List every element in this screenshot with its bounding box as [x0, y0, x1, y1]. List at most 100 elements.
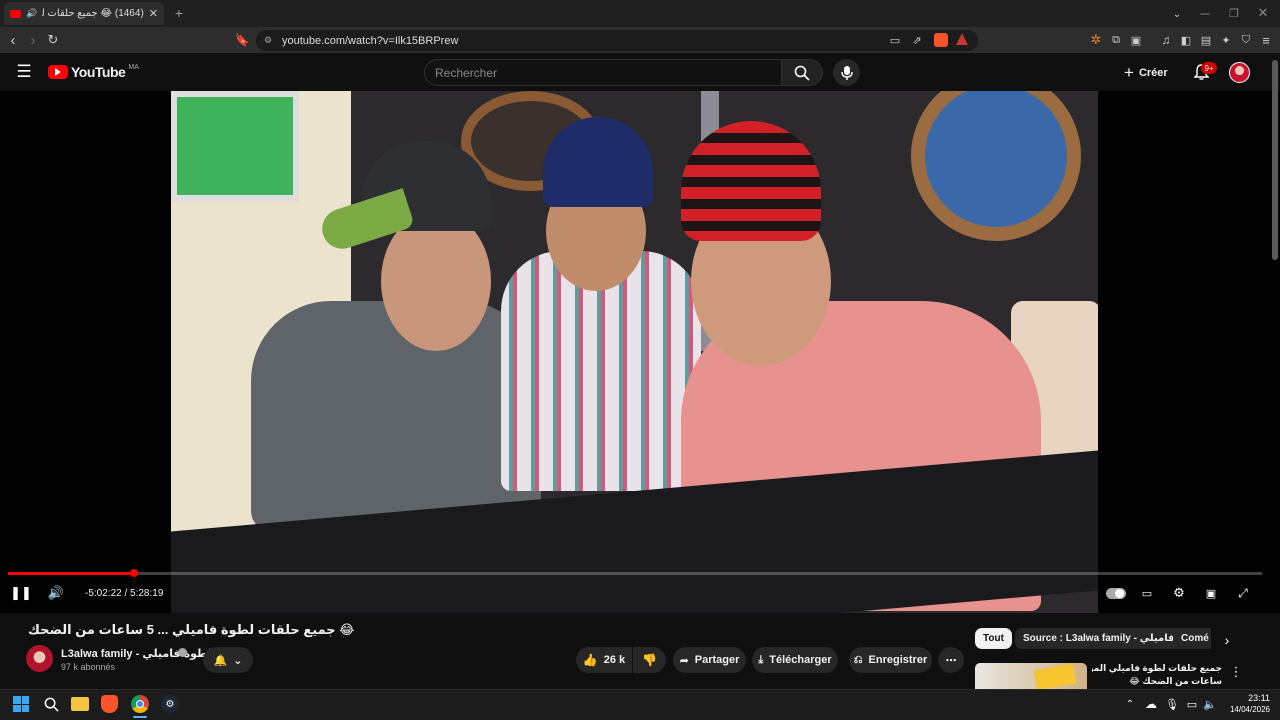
clock-date[interactable]: 14/04/2026 [1222, 705, 1270, 714]
more-horizontal-icon: ⋯ [945, 654, 957, 667]
cast-icon[interactable]: ▭ [887, 32, 903, 48]
channel-avatar[interactable] [26, 645, 53, 672]
close-window-button[interactable]: ✕ [1254, 4, 1272, 22]
restore-button[interactable]: ❐ [1225, 4, 1243, 22]
wallet-icon[interactable]: ▤ [1198, 32, 1214, 48]
chrome-icon[interactable] [131, 695, 149, 713]
chip-comedy[interactable]: Comé [1173, 628, 1211, 649]
share-label: Partager [694, 654, 740, 666]
file-explorer-icon[interactable] [71, 697, 89, 711]
channel-name[interactable]: L3alwa family - لطوة فاميلي [61, 647, 212, 660]
clock-time[interactable]: 23:11 [1236, 693, 1270, 703]
speaker-tray-icon[interactable]: 🔈 [1203, 697, 1217, 711]
new-tab-button[interactable]: + [170, 4, 188, 22]
leo-ai-icon[interactable]: ✦ [1218, 32, 1234, 48]
brave-shields-icon[interactable] [934, 33, 948, 47]
download-icon: ⤓ [758, 653, 764, 666]
tab-list-chevron-icon[interactable]: ⌄ [1168, 5, 1186, 23]
steam-icon[interactable]: ⚙ [161, 695, 179, 713]
browser-tab-strip [0, 0, 1280, 27]
browser-tab-active[interactable]: 🔊 (1464) 😂 جميع حلقات لطوة ... ✕ [4, 2, 164, 25]
microphone-tray-icon[interactable]: 🎙 [1165, 697, 1179, 711]
create-button[interactable]: + Créer [1124, 59, 1178, 86]
windows-taskbar [0, 689, 1280, 720]
search-input[interactable]: Rechercher [424, 59, 782, 86]
address-bar[interactable]: ⚙ youtube.com/watch?v=Ilk15BRPrew [256, 30, 978, 51]
youtube-logo[interactable]: YouTube MA [48, 64, 139, 80]
download-button[interactable]: ⤓ Télécharger [752, 647, 838, 673]
extensions-puzzle-icon[interactable]: ⧉ [1108, 32, 1124, 48]
hamburger-menu-icon[interactable]: ☰ [14, 62, 34, 82]
media-icon[interactable]: ♫ [1158, 32, 1174, 48]
brave-rewards-icon[interactable] [956, 33, 968, 45]
verified-check-icon [178, 648, 187, 657]
audio-playing-icon[interactable]: 🔊 [26, 8, 37, 19]
screenshot-icon[interactable]: ▣ [1128, 32, 1144, 48]
bookmark-icon[interactable]: 🔖 [234, 31, 250, 49]
vpn-shield-icon[interactable]: ⛉ [1238, 32, 1254, 48]
settings-gear-icon[interactable]: ⚙ [1171, 585, 1187, 601]
time-display: -5:02:22 / 5:28:19 [85, 588, 164, 599]
video-title: جميع حلقات لطوة فاميلي ... 5 ساعات من ال… [28, 622, 355, 637]
youtube-favicon-icon [10, 9, 21, 18]
avatar[interactable] [1229, 62, 1250, 83]
save-button[interactable]: ⎌ Enregistrer [849, 647, 932, 673]
miniplayer-icon[interactable]: ▣ [1203, 585, 1219, 601]
brave-browser-icon[interactable] [101, 695, 118, 713]
recommended-title-line2[interactable]: ساعات من الضحك 😂 [1092, 676, 1222, 687]
autoplay-toggle-knob [1115, 589, 1124, 598]
minimize-button[interactable]: ─ [1196, 4, 1214, 22]
volume-button[interactable]: 🔊 [47, 584, 65, 602]
back-icon[interactable]: ‹ [5, 31, 21, 49]
page-scrollbar[interactable] [1272, 60, 1278, 260]
network-icon[interactable]: ▭ [1185, 697, 1199, 711]
windows-start-icon[interactable] [13, 696, 29, 712]
chips-next-chevron-icon[interactable]: › [1219, 632, 1235, 648]
region-code: MA [128, 63, 139, 71]
search-icon [794, 65, 810, 81]
like-button[interactable]: 👍 26 k [576, 647, 632, 673]
bell-icon: 🔔 [213, 654, 228, 667]
youtube-logo-text: YouTube [71, 64, 126, 80]
reload-icon[interactable]: ↻ [45, 31, 61, 49]
thumbs-down-icon: 👎 [642, 653, 657, 667]
progress-bar[interactable] [8, 572, 1262, 575]
onedrive-icon[interactable]: ☁ [1143, 697, 1159, 711]
forward-icon[interactable]: › [25, 31, 41, 49]
notification-count-badge: 9+ [1201, 62, 1217, 74]
recommended-title-line1[interactable]: جميع حلقات لطوة فاميلي الموسم الثاني - 4 [1092, 663, 1222, 674]
progress-scrubber[interactable] [130, 569, 138, 577]
recommended-thumbnail[interactable] [975, 663, 1087, 689]
share-arrow-icon: ➦ [679, 654, 689, 667]
subtitles-icon[interactable]: ▭ [1139, 585, 1155, 601]
chip-all[interactable]: Tout [975, 628, 1012, 649]
autoplay-toggle[interactable] [1106, 588, 1126, 599]
recommended-more-icon[interactable]: ⋮ [1229, 664, 1243, 680]
extension-icon-1[interactable]: ✲ [1088, 32, 1104, 48]
like-count: 26 k [603, 654, 626, 666]
bookmark-icon: ⎌ [853, 653, 863, 666]
search-button[interactable] [781, 59, 823, 86]
more-actions-button[interactable]: ⋯ [938, 647, 964, 673]
voice-search-button[interactable] [833, 59, 860, 86]
pause-button[interactable]: ❚❚ [10, 584, 32, 602]
progress-bar-played [8, 572, 134, 575]
chevron-down-icon: ⌄ [233, 654, 243, 667]
subscribed-notifications-button[interactable]: 🔔 ⌄ [203, 647, 253, 673]
hidden-icons-chevron-icon[interactable]: ⌃ [1124, 697, 1136, 711]
tab-close-icon[interactable]: ✕ [149, 7, 158, 20]
share-page-icon[interactable]: ⇗ [909, 32, 925, 48]
site-info-icon[interactable]: ⚙ [264, 35, 272, 46]
fullscreen-icon[interactable]: ⤢ [1235, 585, 1251, 601]
download-label: Télécharger [769, 654, 832, 666]
sidebar-icon[interactable]: ◧ [1178, 32, 1194, 48]
microphone-icon [840, 65, 853, 80]
browser-menu-icon[interactable]: ≡ [1258, 32, 1274, 48]
taskbar-search-icon[interactable] [42, 695, 60, 713]
video-frame[interactable] [171, 91, 1098, 613]
dislike-button[interactable]: 👎 [633, 647, 666, 673]
tab-title: (1464) 😂 جميع حلقات لطوة ... [42, 8, 144, 19]
share-button[interactable]: ➦ Partager [673, 647, 746, 673]
plus-icon: + [1124, 62, 1134, 82]
url-text: youtube.com/watch?v=Ilk15BRPrew [282, 34, 459, 47]
